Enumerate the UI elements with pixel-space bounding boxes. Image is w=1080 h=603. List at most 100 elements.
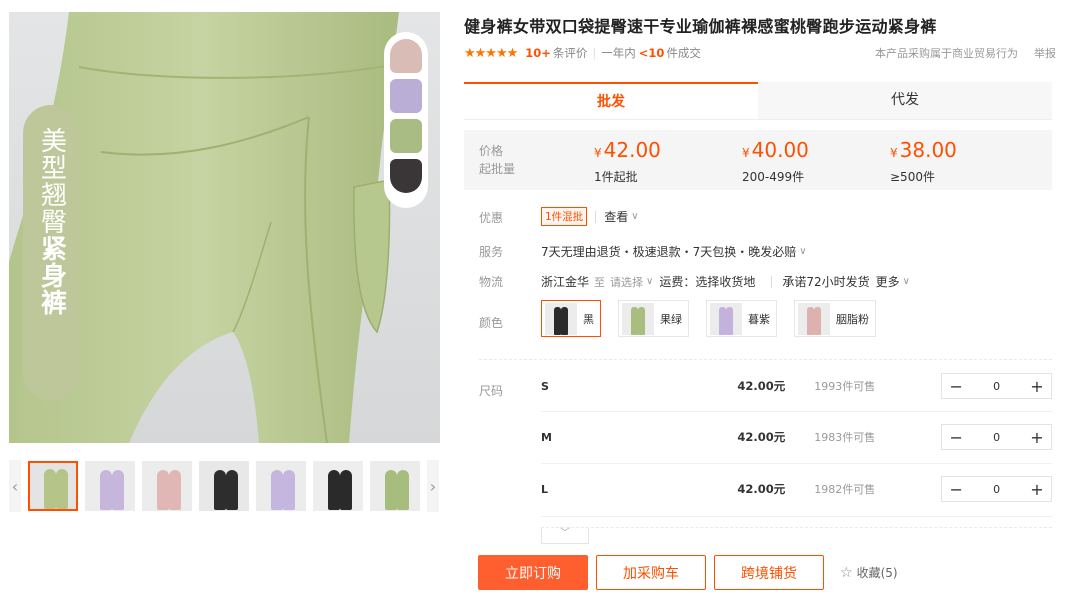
- color-name: 胭脂粉: [836, 312, 869, 326]
- size-price: 42.00元: [737, 379, 786, 393]
- add-to-cart-button[interactable]: 加采购车: [596, 555, 706, 590]
- purchase-tabs: 批发 代发: [464, 82, 1052, 120]
- price-label: 价格: [479, 144, 504, 158]
- thumbnail-3[interactable]: [142, 461, 192, 511]
- promo-view-link[interactable]: 查看: [604, 208, 628, 225]
- product-title: 健身裤女带双口袋提臀速干专业瑜伽裤裸感蜜桃臀跑步运动紧身裤: [464, 17, 937, 36]
- tier-price: 42.00: [603, 138, 661, 162]
- rating-stars-icon: ★★★★★: [464, 45, 518, 61]
- thumb-figure: [100, 470, 112, 510]
- expand-sizes-icon[interactable]: ﹀: [541, 528, 589, 544]
- price-tier-2: ¥40.00 200-499件: [742, 137, 809, 185]
- crossborder-button[interactable]: 跨境铺货: [714, 555, 824, 590]
- thumbnail-1[interactable]: [28, 461, 78, 511]
- swatch-black: [390, 159, 422, 193]
- thumbnail-strip: ‹ ›: [9, 460, 440, 512]
- color-thumbnail: [710, 302, 742, 335]
- separator: |: [592, 46, 597, 60]
- destination-select[interactable]: 请选择: [610, 274, 643, 290]
- plus-icon[interactable]: +: [1030, 428, 1044, 447]
- thumbnail-4[interactable]: [199, 461, 249, 511]
- swatch-pink: [390, 39, 422, 73]
- thumb-figure: [397, 470, 409, 510]
- size-row-m: M 42.00元 1983件可售 − 0 +: [541, 424, 1052, 450]
- chevron-down-icon[interactable]: ∨: [646, 276, 653, 287]
- rating-right: 本产品采购属于商业贸易行为 举报: [875, 45, 1056, 61]
- promo-label: 优惠: [479, 211, 504, 225]
- size-name: S: [541, 379, 549, 393]
- thumb-next-icon[interactable]: ›: [427, 460, 439, 512]
- plus-icon[interactable]: +: [1030, 480, 1044, 499]
- thumbnail-5[interactable]: [256, 461, 306, 511]
- row-divider: [541, 411, 1052, 412]
- minus-icon[interactable]: −: [949, 428, 963, 447]
- report-link[interactable]: 举报: [1034, 45, 1056, 61]
- sales-suffix: 件成交: [666, 46, 701, 60]
- size-name: M: [541, 430, 552, 444]
- more-link[interactable]: 更多: [876, 273, 900, 290]
- currency-symbol: ¥: [594, 146, 602, 160]
- favorite-button[interactable]: ☆ 收藏(5): [840, 564, 898, 581]
- service-label: 服务: [479, 245, 504, 259]
- color-thumbnail: [545, 302, 577, 335]
- color-option-pink[interactable]: 胭脂粉: [794, 300, 876, 337]
- thumb-prev-icon[interactable]: ‹: [9, 460, 21, 512]
- color-name: 暮紫: [748, 312, 770, 326]
- sales-prefix: 一年内: [601, 46, 636, 60]
- quantity-input[interactable]: 0: [993, 431, 1000, 444]
- color-name: 果绿: [660, 312, 682, 326]
- quantity-stepper: − 0 +: [941, 424, 1052, 450]
- price-labels: 价格 起批量: [479, 142, 515, 178]
- thumbnail-2[interactable]: [85, 461, 135, 511]
- thumb-figure: [44, 469, 56, 509]
- color-name: 黑: [583, 312, 594, 326]
- size-label: 尺码: [479, 384, 504, 398]
- promo-badge: 1件混批: [541, 207, 588, 226]
- service-value-row[interactable]: 7天无理由退货・极速退款・7天包换・晚发必赔 ∨: [541, 243, 807, 260]
- color-option-purple[interactable]: 暮紫: [706, 300, 777, 337]
- quantity-stepper: − 0 +: [941, 476, 1052, 502]
- logistics-label: 物流: [479, 275, 504, 289]
- sales-count: <10: [638, 46, 665, 60]
- size-name: L: [541, 482, 549, 496]
- divider: [595, 210, 597, 223]
- origin-city: 浙江金华: [541, 275, 590, 289]
- color-thumbnail: [798, 302, 830, 335]
- tier-range: ≥500件: [890, 170, 935, 184]
- main-product-image[interactable]: 美型翘臀 紧身裤: [9, 12, 440, 443]
- size-row-l: L 42.00元 1982件可售 − 0 +: [541, 476, 1052, 502]
- thumbnail-7[interactable]: [370, 461, 420, 511]
- color-option-green[interactable]: 果绿: [618, 300, 689, 337]
- color-swatch-column: [384, 32, 428, 208]
- review-count[interactable]: 10+: [525, 46, 551, 60]
- thumb-figure: [271, 470, 283, 510]
- row-divider: [541, 516, 1052, 517]
- slogan-text-1: 美型翘臀: [36, 127, 67, 235]
- thumbnail-6[interactable]: [313, 461, 363, 511]
- size-price: 42.00元: [737, 482, 786, 496]
- review-suffix[interactable]: 条评价: [553, 45, 588, 61]
- service-value: 7天无理由退货・极速退款・7天包换・晚发必赔: [541, 245, 797, 259]
- thumb-figure: [169, 470, 181, 510]
- tier-range: 1件起批: [594, 170, 638, 184]
- quantity-input[interactable]: 0: [993, 380, 1000, 393]
- moq-label: 起批量: [479, 162, 516, 176]
- tab-dropship[interactable]: 代发: [758, 82, 1052, 119]
- star-outline-icon: ☆: [840, 564, 853, 581]
- plus-icon[interactable]: +: [1030, 377, 1044, 396]
- tab-wholesale[interactable]: 批发: [464, 82, 758, 119]
- quantity-input[interactable]: 0: [993, 483, 1000, 496]
- color-option-black[interactable]: 黑: [541, 300, 601, 337]
- favorite-label: 收藏(5): [856, 566, 898, 580]
- minus-icon[interactable]: −: [949, 480, 963, 499]
- minus-icon[interactable]: −: [949, 377, 963, 396]
- currency-symbol: ¥: [742, 146, 750, 160]
- thumb-figure: [328, 470, 340, 510]
- color-options: 黑 果绿 暮紫 胭脂粉: [541, 300, 876, 337]
- swatch-purple: [390, 79, 422, 113]
- chevron-down-icon[interactable]: ∨: [903, 276, 910, 287]
- trade-note: 本产品采购属于商业贸易行为: [875, 47, 1018, 60]
- order-now-button[interactable]: 立即订购: [478, 555, 588, 590]
- ship-promise: 承诺72小时发货: [782, 275, 870, 289]
- color-label: 颜色: [479, 316, 504, 330]
